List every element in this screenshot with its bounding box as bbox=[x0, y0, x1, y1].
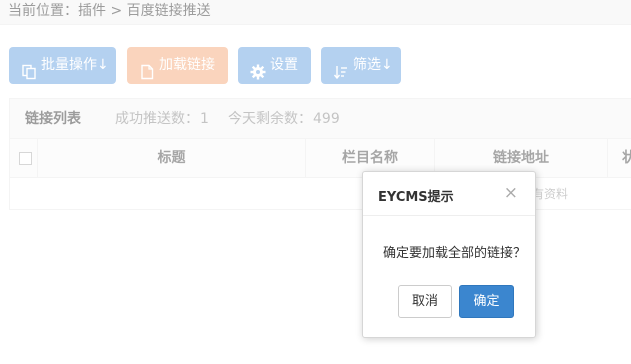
page-background: 当前位置：插件 > 百度链接推送 批量操作↓ 加载链接 设置 筛选↓ 链接列表 … bbox=[0, 0, 631, 364]
dialog-title: EYCMS提示 bbox=[378, 190, 454, 205]
modal-overlay bbox=[0, 0, 631, 364]
cancel-button[interactable]: 取消 bbox=[398, 285, 452, 318]
dialog-header: EYCMS提示 × bbox=[363, 172, 535, 216]
confirm-button[interactable]: 确定 bbox=[459, 285, 514, 318]
close-icon[interactable]: × bbox=[504, 184, 518, 202]
confirm-dialog: EYCMS提示 × 确定要加载全部的链接？ 取消 确定 bbox=[362, 171, 536, 338]
dialog-message: 确定要加载全部的链接？ bbox=[383, 246, 527, 261]
